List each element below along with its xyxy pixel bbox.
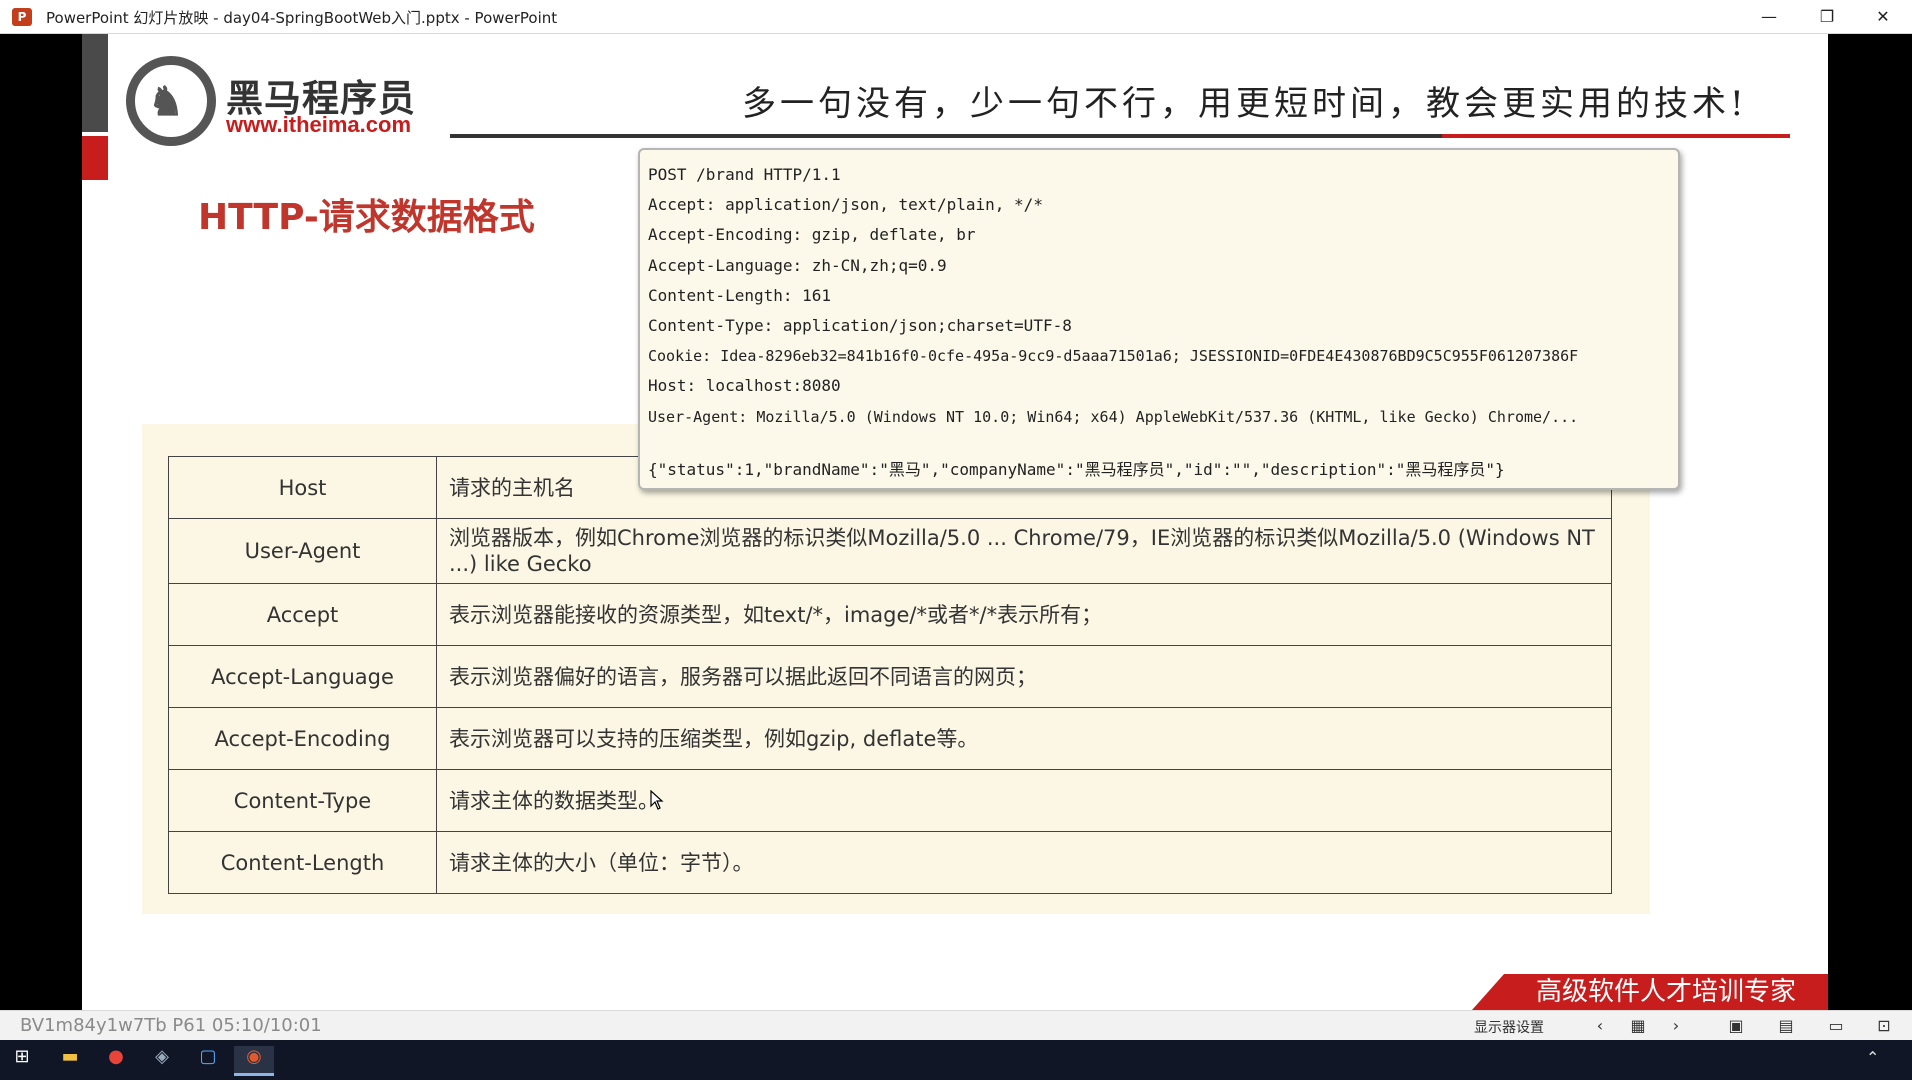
video-overlay-text: BV1m84y1w7Tb P61 05:10/10:01 (20, 1015, 322, 1036)
request-line: Content-Length: 161 (648, 285, 832, 305)
header-name: Content-Type (168, 769, 437, 832)
header-desc: 浏览器版本，例如Chrome浏览器的标识类似Mozilla/5.0 ... Ch… (436, 518, 1612, 584)
windows-start-icon[interactable]: ⊞ (2, 1046, 42, 1076)
file-explorer-icon[interactable]: ▬ (50, 1046, 90, 1076)
slideshow-view-icon[interactable]: ⊡ (1872, 1015, 1896, 1037)
minimize-button[interactable]: — (1740, 0, 1798, 34)
window-titlebar: P PowerPoint 幻灯片放映 - day04-SpringBootWeb… (0, 0, 1912, 34)
header-name: User-Agent (168, 518, 437, 584)
previous-slide-button[interactable]: ‹ (1588, 1015, 1612, 1037)
header-name: Accept-Language (168, 645, 437, 708)
header-name: Content-Length (168, 831, 437, 894)
restore-button[interactable]: ❐ (1798, 0, 1856, 34)
logo-bar-red (82, 136, 108, 180)
footer-banner: 高级软件人才培训专家 (1472, 974, 1828, 1010)
powerpoint-taskbar-icon[interactable]: ◉ (234, 1046, 274, 1076)
request-line: Host: localhost:8080 (648, 376, 841, 396)
powerpoint-icon: P (12, 8, 32, 26)
header-desc: 表示浏览器能接收的资源类型，如text/*，image/*或者*/*表示所有； (436, 583, 1612, 646)
table-row: Accept 表示浏览器能接收的资源类型，如text/*，image/*或者*/… (168, 583, 1612, 646)
mouse-cursor-icon (650, 790, 664, 810)
windows-taskbar: ⊞ ▬ ● ◈ ▢ ◉ ⌃ (0, 1040, 1912, 1080)
header-divider-accent (1442, 134, 1790, 138)
request-line: Accept-Language: zh-CN,zh;q=0.9 (648, 255, 947, 275)
slideshow-statusbar: BV1m84y1w7Tb P61 05:10/10:01 显示器设置 ‹ ▦ ›… (0, 1010, 1912, 1040)
header-name: Accept (168, 583, 437, 646)
grid-view-icon[interactable]: ▤ (1774, 1015, 1798, 1037)
table-row: Content-Type 请求主体的数据类型。 (168, 769, 1612, 832)
intellij-icon[interactable]: ▢ (188, 1046, 228, 1076)
request-line: Accept: application/json, text/plain, */… (648, 195, 1043, 215)
header-desc: 请求主体的大小（单位：字节）。 (436, 831, 1612, 894)
header-name: Accept-Encoding (168, 707, 437, 770)
logo-url: www.itheima.com (226, 112, 412, 137)
logo-bar-dark (82, 34, 108, 132)
request-body: {"status":1,"brandName":"黑马","companyNam… (648, 459, 1505, 479)
app-icon[interactable]: ◈ (142, 1046, 182, 1076)
reading-view-icon[interactable]: ▭ (1824, 1015, 1848, 1037)
header-desc: 请求主体的数据类型。 (436, 769, 1612, 832)
header-desc: 表示浏览器可以支持的压缩类型，例如gzip, deflate等。 (436, 707, 1612, 770)
horse-head-icon: ♞ (148, 78, 184, 125)
table-row: Accept-Encoding 表示浏览器可以支持的压缩类型，例如gzip, d… (168, 707, 1612, 770)
slogan: 多一句没有，少一句不行，用更短时间，教会更实用的技术! (742, 84, 1748, 124)
slide-sorter-icon[interactable]: ▦ (1626, 1015, 1650, 1037)
table-row: User-Agent 浏览器版本，例如Chrome浏览器的标识类似Mozilla… (168, 518, 1612, 584)
request-line: Cookie: Idea-8296eb32=841b16f0-0cfe-495a… (648, 347, 1579, 366)
tray-chevron-icon[interactable]: ⌃ (1866, 1048, 1879, 1067)
request-line: User-Agent: Mozilla/5.0 (Windows NT 10.0… (648, 407, 1579, 426)
table-row: Accept-Language 表示浏览器偏好的语言，服务器可以据此返回不同语言… (168, 645, 1612, 708)
request-line: Content-Type: application/json;charset=U… (648, 315, 1072, 335)
request-line: POST /brand HTTP/1.1 (648, 165, 841, 184)
normal-view-icon[interactable]: ▣ (1724, 1015, 1748, 1037)
http-request-example: POST /brand HTTP/1.1 Accept: application… (638, 148, 1680, 490)
header-desc: 表示浏览器偏好的语言，服务器可以据此返回不同语言的网页； (436, 645, 1612, 708)
close-button[interactable]: ✕ (1854, 0, 1912, 34)
display-settings-button[interactable]: 显示器设置 (1474, 1017, 1544, 1037)
request-headers-table: Host 请求的主机名 User-Agent 浏览器版本，例如Chrome浏览器… (168, 456, 1612, 894)
chrome-icon[interactable]: ● (96, 1046, 136, 1076)
header-name: Host (168, 456, 437, 519)
window-title: PowerPoint 幻灯片放映 - day04-SpringBootWeb入门… (46, 9, 558, 27)
slide-title: HTTP-请求数据格式 (198, 197, 535, 238)
table-row: Content-Length 请求主体的大小（单位：字节）。 (168, 831, 1612, 894)
request-line: Accept-Encoding: gzip, deflate, br (648, 225, 976, 245)
next-slide-button[interactable]: › (1664, 1015, 1688, 1037)
